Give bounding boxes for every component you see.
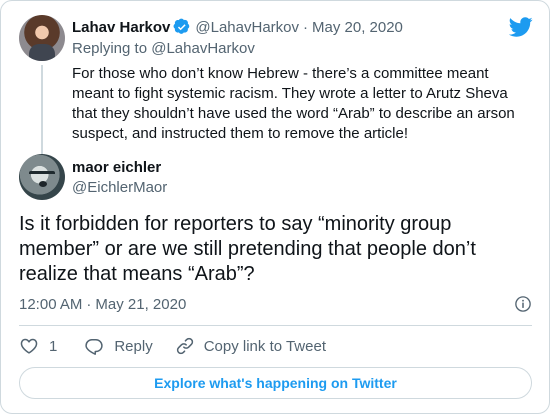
avatar-glasses [29,171,55,179]
tweet-date[interactable]: May 21, 2020 [95,296,186,313]
reply-label: Reply [114,337,153,355]
separator-dot: · [86,295,92,313]
like-button[interactable]: 1 [19,336,57,356]
avatar-shirt [29,44,55,61]
verified-badge-icon [173,18,191,36]
main-display-name[interactable]: maor eichler [72,159,161,176]
separator-dot: · [303,18,308,36]
tweet-time[interactable]: 12:00 AM [19,296,82,313]
replying-to-prefix: Replying to [72,40,148,57]
parent-handle[interactable]: @LahavHarkov [195,19,299,36]
info-icon[interactable] [514,295,532,313]
replying-to: Replying to @LahavHarkov [72,40,255,57]
like-count: 1 [49,337,58,355]
parent-tweet-text: For those who don’t know Hebrew - there’… [72,65,515,142]
main-avatar[interactable] [19,154,65,200]
parent-tweet-header: Lahav Harkov @LahavHarkov · May 20, 2020 [72,17,403,37]
heart-icon [19,336,39,356]
reply-icon [84,336,104,356]
copy-link-label: Copy link to Tweet [203,337,326,355]
twitter-bird-icon[interactable] [509,15,533,39]
link-icon [175,336,195,356]
parent-date[interactable]: May 20, 2020 [312,19,403,36]
main-handle[interactable]: @EichlerMaor [72,179,167,196]
parent-display-name[interactable]: Lahav Harkov [72,19,170,36]
divider [19,325,532,326]
avatar-nose [39,181,47,187]
reply-button[interactable]: Reply [84,336,153,356]
action-bar: 1 Reply Copy link to Tweet [19,334,326,358]
explore-twitter-button[interactable]: Explore what's happening on Twitter [19,367,532,399]
replying-to-handle[interactable]: @LahavHarkov [151,40,255,57]
thread-line [41,65,43,155]
copy-link-button[interactable]: Copy link to Tweet [175,336,326,356]
tweet-embed-card: Lahav Harkov @LahavHarkov · May 20, 2020… [0,0,550,414]
timestamp-row: 12:00 AM · May 21, 2020 [19,294,532,314]
main-tweet-text: Is it forbidden for reporters to say “mi… [19,213,476,285]
parent-avatar[interactable] [19,15,65,61]
